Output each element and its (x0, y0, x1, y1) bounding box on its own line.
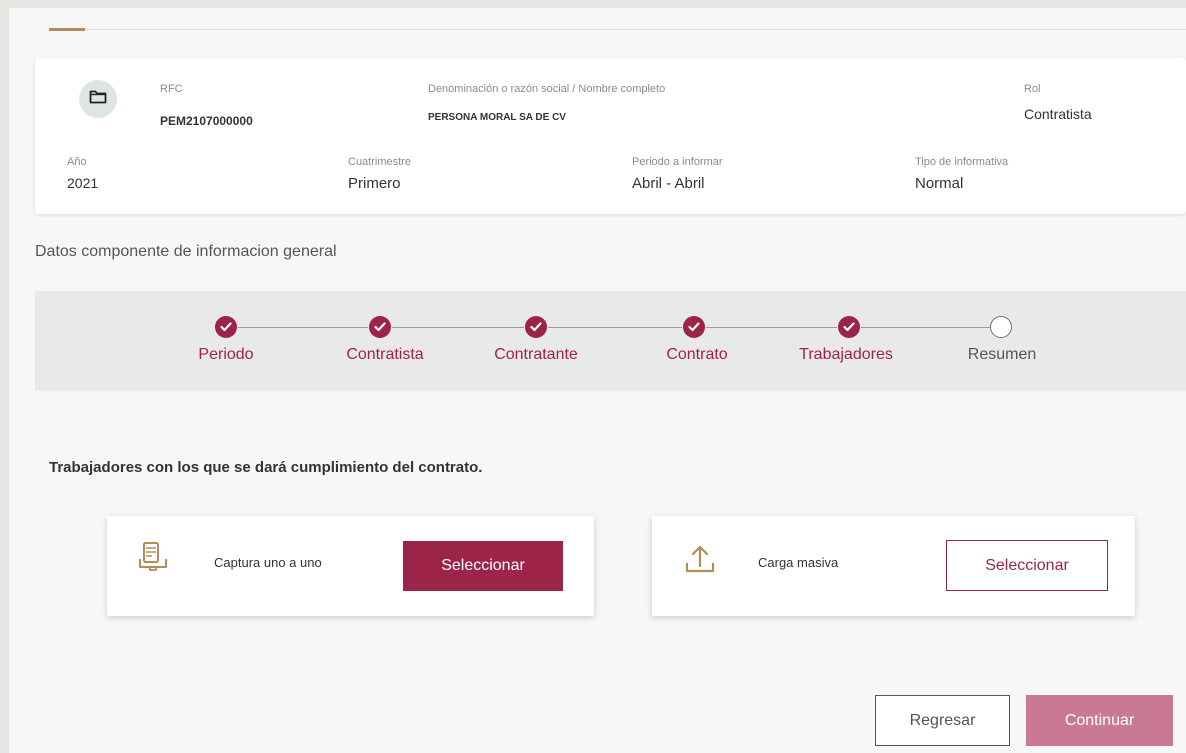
razon-social-label: Denominación o razón social / Nombre com… (428, 83, 666, 95)
step-connector (861, 327, 990, 328)
tipo-informativa-label: Tipo de informativa (915, 156, 1009, 168)
section-title: Datos componente de informacion general (35, 243, 337, 260)
step-label-contratista[interactable]: Contratista (346, 346, 423, 364)
top-divider (85, 29, 1186, 30)
step-label-contratante[interactable]: Contratante (494, 346, 578, 364)
stepper-band (35, 291, 1186, 391)
upload-icon (683, 542, 717, 581)
step-label-contrato[interactable]: Contrato (666, 346, 727, 364)
step-label-trabajadores[interactable]: Trabajadores (799, 346, 893, 364)
step-resumen-circle-icon[interactable] (990, 316, 1012, 338)
anio-value: 2021 (67, 175, 99, 191)
step-contratante-check-icon[interactable] (525, 316, 547, 338)
step-contrato-check-icon[interactable] (683, 316, 705, 338)
bulk-select-button[interactable]: Seleccionar (946, 540, 1108, 591)
rfc-label: RFC (160, 83, 183, 95)
manual-capture-label: Captura uno a uno (214, 555, 322, 570)
cuatrimestre-label: Cuatrimestre (348, 156, 411, 168)
back-button[interactable]: Regresar (875, 695, 1010, 746)
tipo-informativa-value: Normal (915, 175, 964, 192)
rfc-value: PEM2107000000 (160, 114, 253, 128)
taxpayer-info-card (35, 58, 1186, 214)
step-label-resumen[interactable]: Resumen (968, 346, 1036, 364)
keyboard-capture-icon (137, 540, 173, 579)
periodo-value: Abril - Abril (632, 175, 705, 192)
folder-icon-badge (79, 80, 117, 118)
step-connector (706, 327, 837, 328)
step-label-periodo[interactable]: Periodo (198, 346, 253, 364)
manual-select-button[interactable]: Seleccionar (403, 541, 563, 591)
continue-button[interactable]: Continuar (1026, 695, 1173, 746)
razon-social-value: PERSONA MORAL SA DE CV (428, 112, 566, 123)
bulk-upload-label: Carga masiva (758, 555, 839, 570)
step-connector (392, 327, 524, 328)
step-trabajadores-check-icon[interactable] (838, 316, 860, 338)
step-connector (548, 327, 682, 328)
anio-label: Año (67, 156, 87, 168)
active-tab-indicator (49, 28, 85, 31)
periodo-label: Periodo a informar (632, 156, 723, 168)
instruction-text: Trabajadores con los que se dará cumplim… (49, 459, 483, 476)
rol-value: Contratista (1024, 106, 1092, 122)
folder-icon (89, 89, 107, 110)
step-connector (238, 327, 368, 328)
step-periodo-check-icon[interactable] (215, 316, 237, 338)
rol-label: Rol (1024, 83, 1041, 95)
cuatrimestre-value: Primero (348, 175, 401, 192)
step-contratista-check-icon[interactable] (369, 316, 391, 338)
